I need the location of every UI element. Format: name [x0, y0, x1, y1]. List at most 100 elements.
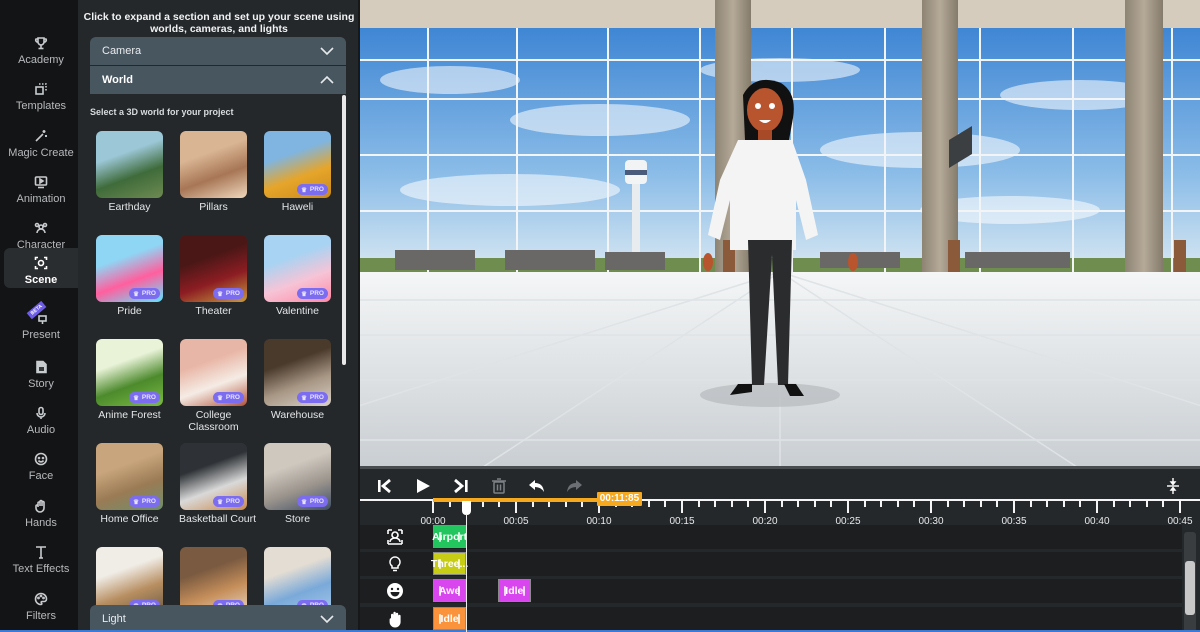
world-section-header[interactable]: World: [90, 66, 346, 94]
nav-item-scene[interactable]: Scene: [4, 248, 78, 288]
scene-viewport[interactable]: [360, 0, 1200, 469]
minor-tick: [1129, 501, 1132, 507]
nav-item-hands[interactable]: Hands: [4, 487, 78, 531]
nav-item-academy[interactable]: Academy: [4, 24, 78, 68]
timeline-clip[interactable]: Three...: [431, 552, 468, 575]
light-section-header[interactable]: Light: [90, 605, 346, 632]
pro-label: PRO: [141, 498, 156, 505]
trophy-icon: [33, 35, 49, 51]
minor-tick: [880, 501, 883, 507]
world-card-theater[interactable]: ♛ PRO Theater: [179, 235, 263, 317]
nav-item-audio[interactable]: Audio: [4, 394, 78, 438]
minor-tick: [863, 501, 866, 507]
world-card-haweli[interactable]: ♛ PRO Haweli: [263, 131, 345, 213]
world-card[interactable]: ♛PRO: [179, 547, 263, 605]
world-card-pride[interactable]: ♛ PRO Pride: [95, 235, 179, 317]
minor-tick: [996, 501, 999, 507]
world-card-college-classroom[interactable]: ♛ PRO College Classroom: [179, 339, 263, 433]
nav-item-story[interactable]: Story: [4, 348, 78, 392]
character-shadow: [700, 383, 840, 407]
scene-icon: [33, 255, 49, 271]
world-card-basketball-court[interactable]: ♛ PRO Basketball Court: [179, 443, 263, 525]
nav-item-label: Hands: [25, 517, 57, 529]
clip-label: Awe: [438, 584, 461, 597]
skip-to-start-icon: [378, 478, 391, 494]
world-card-valentine[interactable]: ♛ PRO Valentine: [263, 235, 345, 317]
minor-tick: [946, 501, 949, 507]
minor-tick: [730, 501, 733, 507]
chevron-down-icon: [320, 47, 334, 56]
world-card[interactable]: ♛PRO: [95, 547, 179, 605]
world-card-pillars[interactable]: Pillars: [179, 131, 263, 213]
world-thumbnail: ♛PRO: [180, 547, 247, 605]
world-card-warehouse[interactable]: ♛ PRO Warehouse: [263, 339, 345, 421]
play-button[interactable]: [413, 476, 433, 496]
timeline-clip[interactable]: Idle: [433, 607, 467, 630]
nav-item-label: Filters: [26, 610, 56, 622]
undo-button[interactable]: [527, 476, 547, 496]
nav-item-filters[interactable]: Filters: [4, 580, 78, 624]
pro-badge: ♛PRO: [129, 392, 160, 403]
nav-item-present[interactable]: BETA Present: [4, 299, 78, 343]
face-track-icon: [386, 582, 404, 600]
undo-icon: [529, 480, 544, 492]
world-grid: Earthday Pillars ♛ PRO Haweli ♛ PRO Pride ♛ PRO Th…: [95, 131, 345, 605]
timeline-clip[interactable]: Idle: [497, 579, 531, 602]
timeline-track: Awe Idle: [360, 579, 1182, 603]
timeline-track: Three...: [360, 552, 1182, 576]
play-icon: [417, 479, 430, 493]
minor-tick: [647, 501, 650, 507]
skip-to-end-button[interactable]: [451, 476, 471, 496]
nav-item-templates[interactable]: Templates: [4, 70, 78, 114]
nav-item-magic-create[interactable]: Magic Create: [4, 117, 78, 161]
timecode-display: 00:11:85: [596, 492, 643, 506]
minor-tick: [1046, 501, 1049, 507]
panel-hint: Click to expand a section and set up you…: [83, 11, 355, 35]
nav-item-character[interactable]: Character: [4, 209, 78, 253]
nav-item-text-effects[interactable]: Text Effects: [4, 533, 78, 577]
trash-icon: [492, 478, 506, 494]
nav-item-animation[interactable]: Animation: [4, 163, 78, 207]
world-card[interactable]: ♛PRO: [263, 547, 345, 605]
timeline-scrollbar[interactable]: [1184, 532, 1196, 632]
minor-tick: [1029, 501, 1032, 507]
timeline-scrollbar-thumb[interactable]: [1185, 561, 1195, 615]
crown-icon: ♛: [301, 186, 307, 194]
world-card-anime-forest[interactable]: ♛ PRO Anime Forest: [95, 339, 179, 421]
timeline-clip[interactable]: Airport: [432, 525, 467, 548]
world-name: Haweli: [281, 201, 314, 213]
delete-button[interactable]: [489, 476, 509, 496]
world-name: College Classroom: [188, 409, 239, 433]
minor-tick: [780, 501, 783, 507]
nav-item-face[interactable]: Face: [4, 440, 78, 484]
world-card-store[interactable]: ♛ PRO Store: [263, 443, 345, 525]
pro-badge: ♛PRO: [213, 496, 244, 507]
world-name: Pillars: [199, 201, 228, 213]
airport-scene: [360, 0, 1200, 469]
camera-section-header[interactable]: Camera: [90, 37, 346, 65]
left-nav: Academy Templates Magic Create Animation Cha…: [0, 0, 78, 632]
scene-panel: Click to expand a section and set up you…: [78, 0, 360, 632]
minor-tick: [979, 501, 982, 507]
timeline-clip[interactable]: Awe: [433, 579, 467, 602]
world-thumbnail: [180, 131, 247, 198]
nav-item-label: Face: [28, 470, 54, 482]
playhead-handle[interactable]: [461, 501, 471, 515]
world-thumbnail: ♛PRO: [264, 443, 331, 510]
crown-icon: ♛: [133, 498, 139, 506]
collapse-vertical-icon: [1167, 478, 1179, 494]
pro-badge: ♛PRO: [213, 288, 244, 299]
world-card-earthday[interactable]: Earthday: [95, 131, 179, 213]
redo-button[interactable]: [564, 476, 584, 496]
world-name: Earthday: [108, 201, 151, 213]
microphone-icon: [33, 405, 49, 421]
pro-badge: ♛PRO: [297, 288, 328, 299]
skip-to-start-button[interactable]: [375, 476, 395, 496]
fit-timeline-button[interactable]: [1163, 476, 1183, 496]
world-name: Warehouse: [270, 409, 325, 421]
minor-tick: [896, 501, 899, 507]
animation-icon: [33, 174, 49, 190]
panel-scrollbar[interactable]: [342, 95, 346, 365]
major-tick: [764, 501, 766, 513]
world-card-home-office[interactable]: ♛ PRO Home Office: [95, 443, 179, 525]
